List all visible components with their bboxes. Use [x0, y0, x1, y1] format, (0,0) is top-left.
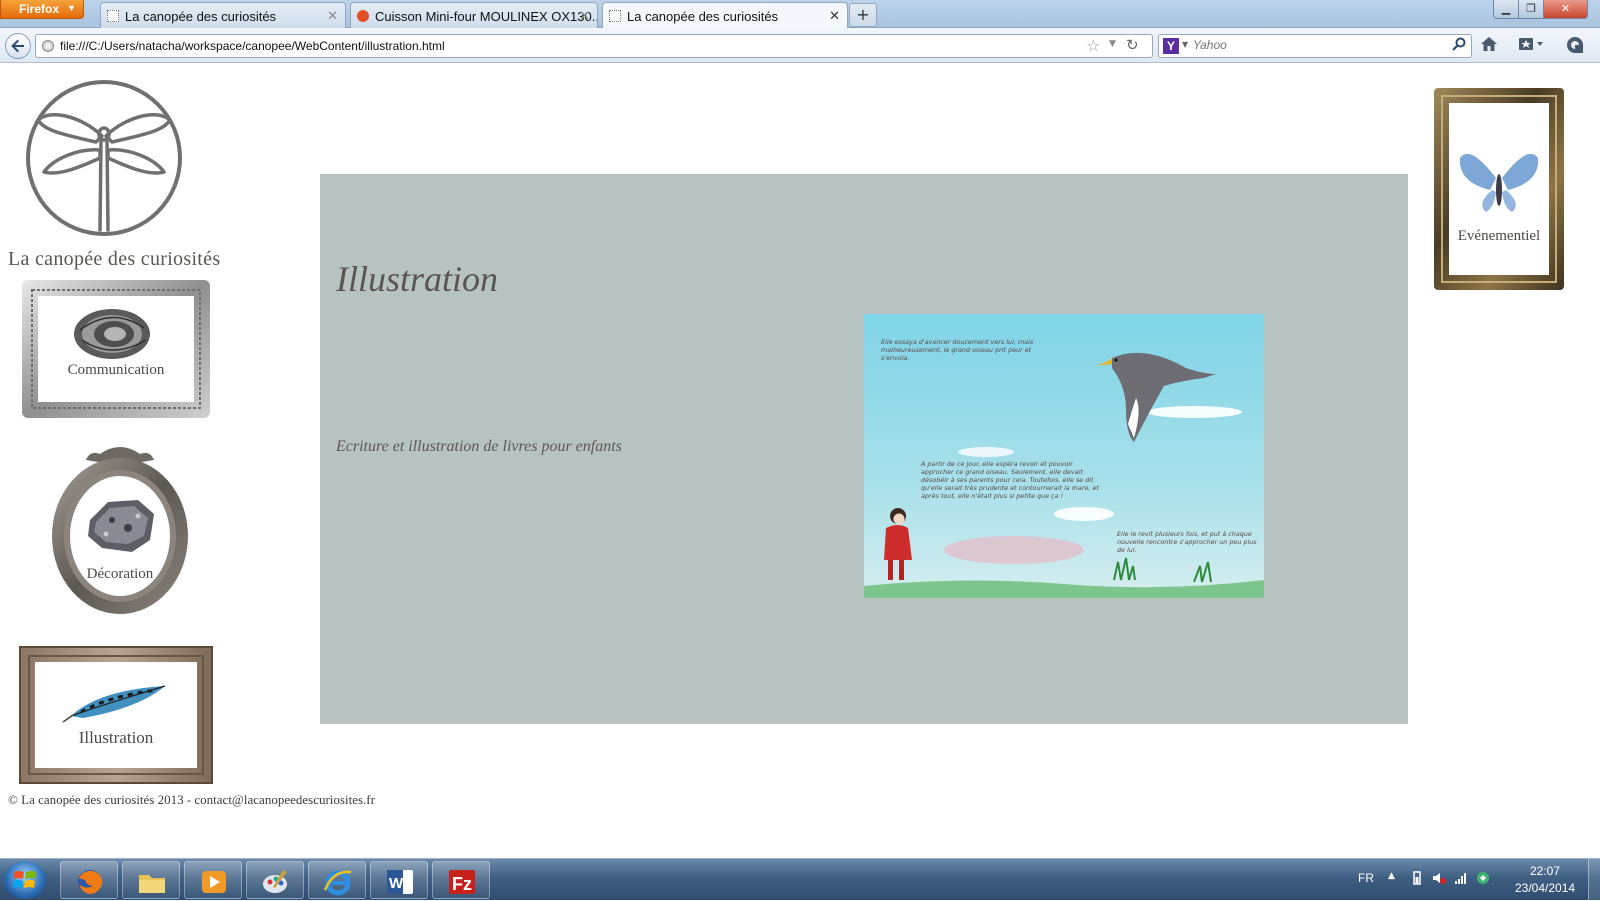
tab-title: Cuisson Mini-four MOULINEX OX130...: [375, 9, 598, 24]
taskbar-word[interactable]: W: [370, 861, 428, 899]
show-hidden-icons-icon[interactable]: ▲: [1388, 871, 1395, 881]
nav-evenementiel[interactable]: Evénementiel: [1432, 86, 1566, 292]
gold-frame-image: [1434, 88, 1564, 290]
children-book-illustration: Elle essaya d'avancer doucement vers lui…: [864, 314, 1264, 598]
chevron-down-icon: ▼: [67, 3, 76, 13]
bookmark-star-icon[interactable]: ☆: [1086, 36, 1100, 55]
taskbar-paint[interactable]: [246, 861, 304, 899]
story-text-line: nouvelle rencontre s'approcher un peu pl…: [1117, 538, 1257, 546]
internet-explorer-icon: [323, 870, 352, 896]
search-input[interactable]: [1193, 38, 1443, 52]
windows-logo-icon: [13, 871, 36, 888]
nav-communication[interactable]: Communication: [20, 278, 212, 420]
close-icon[interactable]: ✕: [829, 8, 840, 24]
nav-illustration[interactable]: Illustration: [19, 646, 213, 784]
blank-page-icon: [107, 10, 119, 22]
back-button[interactable]: [5, 33, 31, 59]
bookmarks-icon[interactable]: [1518, 36, 1544, 56]
network-signal-icon[interactable]: [1454, 871, 1468, 885]
nav-decoration[interactable]: Décoration: [50, 440, 190, 616]
story-text-line: s'envola.: [881, 354, 909, 362]
taskbar-internet-explorer[interactable]: [308, 861, 366, 899]
show-desktop-button[interactable]: [1588, 859, 1600, 901]
story-text-line: désobéir à ses parents pour cela. Toutef…: [921, 476, 1094, 484]
content-panel: Illustration Ecriture et illustration de…: [320, 174, 1408, 724]
new-tab-button[interactable]: +: [849, 3, 877, 27]
maximize-button[interactable]: ❐: [1518, 0, 1544, 19]
blank-page-icon: [609, 10, 621, 22]
dragonfly-logo[interactable]: [24, 78, 184, 238]
account-icon[interactable]: [1566, 36, 1584, 58]
web-page: La canopée des curiosités Communication: [0, 64, 1600, 858]
decoration-label[interactable]: Décoration: [50, 566, 190, 583]
ammonite-fossil-image: [74, 309, 150, 359]
paint-icon: [263, 870, 287, 893]
story-text-line: Elle essaya d'avancer doucement vers lui…: [881, 338, 1034, 346]
back-arrow-icon: [11, 39, 24, 53]
home-icon[interactable]: [1480, 36, 1498, 56]
story-text-line: malheureusement, le grand oiseau prit pe…: [881, 346, 1032, 354]
story-text-line: de lui.: [1117, 546, 1137, 554]
windows-taskbar: W Fz FR ▲ 22:07 23/04/2014: [0, 858, 1600, 901]
story-text-line: après tout, elle n'était plus si petite …: [921, 492, 1063, 500]
taskbar-filezilla[interactable]: Fz: [432, 861, 490, 899]
yahoo-icon[interactable]: Y: [1163, 38, 1179, 54]
site-footer[interactable]: © La canopée des curiosités 2013 - conta…: [8, 792, 375, 808]
wood-frame-image: [19, 646, 213, 784]
silver-frame-image: [22, 280, 210, 418]
story-text-line: A partir de ce jour, elle espéra revoir …: [920, 460, 1073, 468]
firefox-menu-button[interactable]: Firefox ▼: [0, 0, 84, 19]
taskbar-firefox[interactable]: [60, 861, 118, 899]
taskbar-media-player[interactable]: [184, 861, 242, 899]
story-text-line: Elle le revit plusieurs fois, et put à c…: [1117, 530, 1252, 538]
search-bar[interactable]: Y ▼: [1158, 34, 1472, 58]
url-text[interactable]: file:///C:/Users/natacha/workspace/canop…: [60, 39, 445, 53]
navigation-toolbar: file:///C:/Users/natacha/workspace/canop…: [0, 28, 1600, 63]
history-dropdown-icon[interactable]: ▼: [1109, 39, 1116, 49]
taskbar-explorer[interactable]: [122, 861, 180, 899]
tab-canopee-1[interactable]: La canopée des curiosités ✕: [100, 2, 346, 28]
oval-frame-image: [52, 447, 188, 614]
story-text-line: qu'elle serait très prudente et contourn…: [921, 484, 1099, 492]
shop-favicon-icon: [357, 10, 369, 22]
window-close-button[interactable]: ✕: [1543, 0, 1588, 19]
communication-label[interactable]: Communication: [20, 362, 212, 379]
start-button[interactable]: [4, 861, 46, 899]
battery-icon[interactable]: [1410, 871, 1424, 885]
watercolor-scene-image: Elle essaya d'avancer doucement vers lui…: [864, 314, 1264, 598]
media-player-icon: [202, 871, 226, 893]
tab-title: La canopée des curiosités: [627, 9, 779, 24]
site-title[interactable]: La canopée des curiosités: [8, 248, 220, 271]
word-icon: W: [387, 870, 413, 894]
firefox-menu-label: Firefox: [19, 2, 60, 16]
tab-canopee-active[interactable]: La canopée des curiosités ✕: [602, 2, 848, 29]
clock-time[interactable]: 22:07: [1530, 864, 1560, 878]
volume-muted-icon[interactable]: [1432, 871, 1446, 885]
svg-text:W: W: [389, 875, 404, 892]
tab-moulinex[interactable]: Cuisson Mini-four MOULINEX OX130... ✕: [350, 2, 598, 28]
svg-text:Fz: Fz: [452, 874, 472, 894]
illustration-label[interactable]: Illustration: [19, 728, 213, 748]
evenementiel-label[interactable]: Evénementiel: [1432, 228, 1566, 245]
minimize-button[interactable]: ▁: [1493, 0, 1519, 19]
language-indicator[interactable]: FR: [1358, 871, 1374, 885]
folder-icon: [139, 875, 165, 893]
sync-tray-icon[interactable]: [1476, 871, 1490, 885]
chevron-down-icon[interactable]: ▼: [1182, 40, 1188, 49]
filezilla-icon: Fz: [449, 870, 475, 894]
page-title: Illustration: [336, 259, 499, 299]
site-identity-icon[interactable]: [42, 40, 54, 52]
search-icon[interactable]: [1452, 37, 1466, 55]
close-icon[interactable]: ✕: [579, 8, 590, 24]
clock-date[interactable]: 23/04/2014: [1515, 881, 1575, 895]
story-text-line: approcher ce grand oiseau. Seulement, el…: [921, 468, 1083, 476]
address-bar[interactable]: file:///C:/Users/natacha/workspace/canop…: [35, 34, 1153, 58]
reload-icon[interactable]: ↻: [1126, 36, 1139, 54]
page-description: Ecriture et illustration de livres pour …: [336, 438, 622, 455]
browser-title-bar: Firefox ▼ La canopée des curiosités ✕ Cu…: [0, 0, 1600, 29]
close-icon[interactable]: ✕: [327, 8, 338, 24]
tab-title: La canopée des curiosités: [125, 9, 277, 24]
firefox-icon: [78, 870, 103, 894]
